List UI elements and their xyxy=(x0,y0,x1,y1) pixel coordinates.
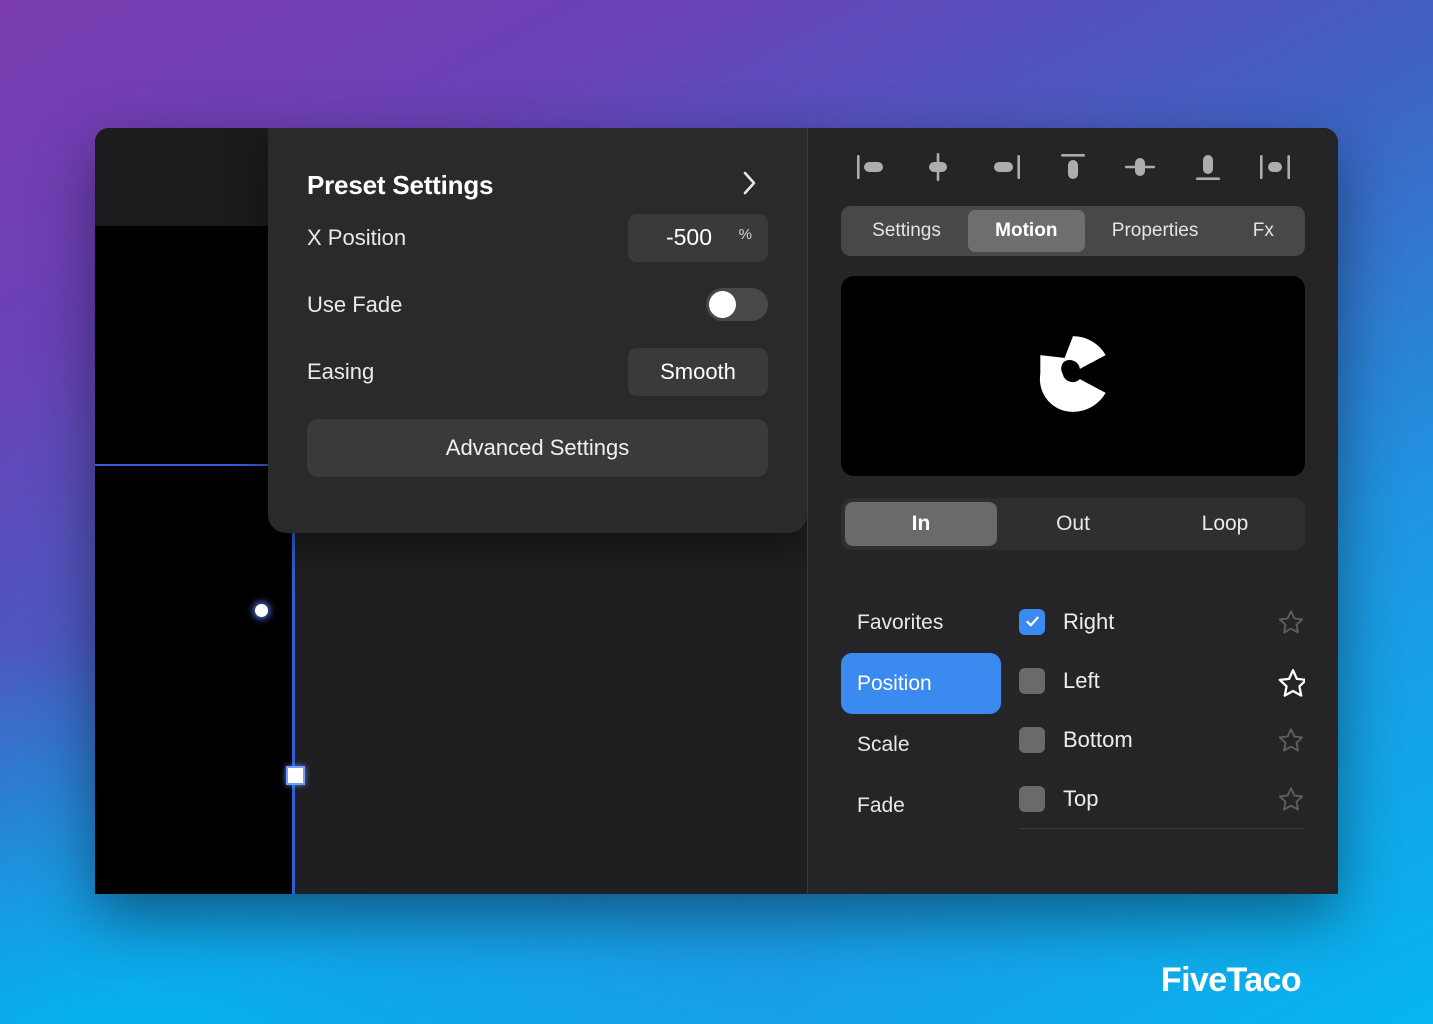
x-position-row: X Position -500 % xyxy=(307,204,768,271)
canvas-viewport[interactable] xyxy=(95,226,293,894)
align-toolbar xyxy=(841,128,1305,206)
align-center-horizontal-icon[interactable] xyxy=(918,149,958,185)
tab-settings[interactable]: Settings xyxy=(845,210,968,252)
list-item[interactable]: Right xyxy=(1019,592,1305,651)
use-fade-label: Use Fade xyxy=(307,291,403,317)
favorite-star-icon[interactable] xyxy=(1277,785,1305,813)
use-fade-toggle[interactable] xyxy=(706,288,768,321)
preset-checkbox-left[interactable] xyxy=(1019,667,1045,694)
category-item-position[interactable]: Position xyxy=(841,653,1001,714)
list-item[interactable]: Top xyxy=(1019,769,1305,828)
phase-tab-out[interactable]: Out xyxy=(997,502,1149,546)
category-item-rotation[interactable]: Rotation xyxy=(841,836,1001,838)
align-middle-vertical-icon[interactable] xyxy=(1120,149,1160,185)
list-item[interactable]: Back Right xyxy=(1019,828,1305,838)
inspector-tab-bar: Settings Motion Properties Fx xyxy=(841,206,1305,256)
list-item[interactable]: Left xyxy=(1019,651,1305,710)
align-right-icon[interactable] xyxy=(986,149,1026,185)
preset-settings-popover: Preset Settings X Position -500 % Use Fa… xyxy=(268,128,807,533)
tab-motion[interactable]: Motion xyxy=(968,210,1085,252)
letter-c-logo-icon xyxy=(1030,331,1116,422)
preset-label-right: Right xyxy=(1063,608,1115,634)
preset-checkbox-top[interactable] xyxy=(1019,785,1045,812)
phase-tab-loop[interactable]: Loop xyxy=(1149,502,1301,546)
app-window: Preset Settings X Position -500 % Use Fa… xyxy=(95,128,1338,894)
preset-browser: Favorites Position Scale Fade Rotation R… xyxy=(841,588,1305,838)
x-position-value: -500 xyxy=(665,224,713,250)
category-item-favorites[interactable]: Favorites xyxy=(841,592,1001,653)
x-position-unit: % xyxy=(738,225,752,243)
screenshot-stage: Preset Settings X Position -500 % Use Fa… xyxy=(0,0,1433,1024)
editor-canvas-area[interactable]: Preset Settings X Position -500 % Use Fa… xyxy=(95,128,807,894)
preset-checkbox-right[interactable] xyxy=(1019,608,1045,635)
preset-checkbox-bottom[interactable] xyxy=(1019,726,1045,753)
list-item[interactable]: Bottom xyxy=(1019,710,1305,769)
distribute-horizontal-icon[interactable] xyxy=(1255,149,1295,185)
preset-label-top: Top xyxy=(1063,785,1099,811)
x-position-input[interactable]: -500 % xyxy=(628,213,768,262)
align-bottom-icon[interactable] xyxy=(1188,149,1228,185)
page-title: Preset Settings xyxy=(307,169,494,200)
phase-tab-in[interactable]: In xyxy=(845,502,997,546)
preset-label-bottom: Bottom xyxy=(1063,726,1133,752)
align-top-icon[interactable] xyxy=(1053,149,1093,185)
x-position-label: X Position xyxy=(307,224,407,250)
category-list: Favorites Position Scale Fade Rotation xyxy=(841,588,1001,838)
preset-label-left: Left xyxy=(1063,667,1100,693)
favorite-star-icon[interactable] xyxy=(1277,608,1305,636)
use-fade-row: Use Fade xyxy=(307,271,768,338)
inspector-panel: Settings Motion Properties Fx In Out Loo… xyxy=(807,128,1338,894)
tab-properties[interactable]: Properties xyxy=(1085,210,1226,252)
playhead-square-handle[interactable] xyxy=(286,766,305,785)
motion-preview[interactable] xyxy=(841,276,1305,476)
advanced-settings-button[interactable]: Advanced Settings xyxy=(307,419,768,477)
favorite-star-icon[interactable] xyxy=(1277,667,1305,697)
align-left-icon[interactable] xyxy=(851,149,891,185)
easing-select[interactable]: Smooth xyxy=(628,347,768,396)
preset-option-list: Right Left Bottom Top xyxy=(1001,588,1305,838)
preset-settings-header: Preset Settings xyxy=(307,128,768,204)
category-item-scale[interactable]: Scale xyxy=(841,714,1001,775)
phase-tab-bar: In Out Loop xyxy=(841,498,1305,550)
favorite-star-icon[interactable] xyxy=(1277,726,1305,754)
fivetaco-watermark: FiveTaco xyxy=(1160,961,1302,999)
easing-row: Easing Smooth xyxy=(307,338,768,405)
keyframe-dot-handle[interactable] xyxy=(255,604,268,617)
easing-label: Easing xyxy=(307,358,375,384)
toggle-knob xyxy=(709,291,736,318)
timeline-guide-line xyxy=(95,464,293,466)
chevron-right-icon[interactable] xyxy=(732,166,768,204)
tab-fx[interactable]: Fx xyxy=(1226,210,1301,252)
playhead-line[interactable] xyxy=(292,529,295,894)
category-item-fade[interactable]: Fade xyxy=(841,775,1001,836)
